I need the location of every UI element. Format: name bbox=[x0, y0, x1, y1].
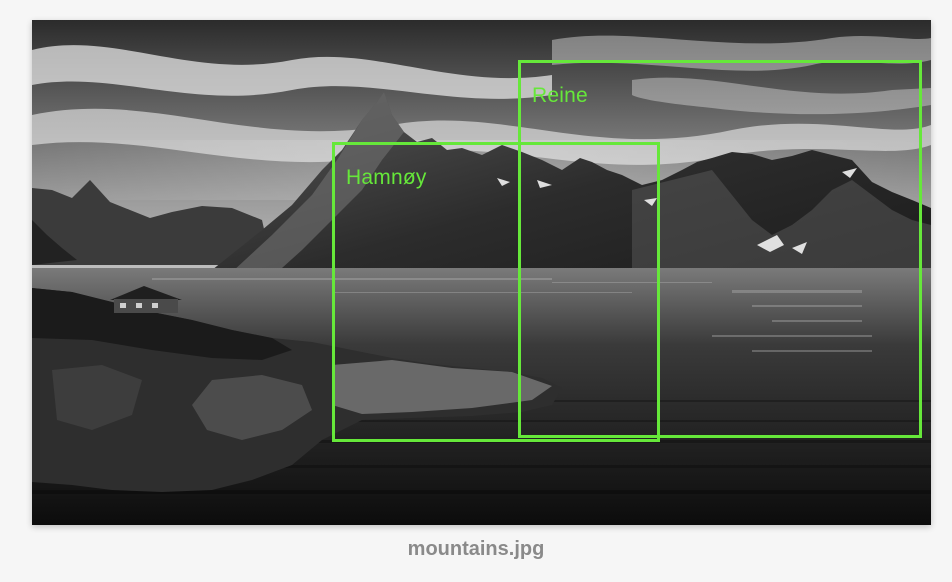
bounding-box-hamnoy[interactable]: Hamnøy bbox=[332, 142, 660, 442]
bounding-box-label: Hamnøy bbox=[346, 166, 427, 189]
photo-canvas[interactable]: Reine Hamnøy bbox=[32, 20, 931, 525]
image-filename-caption: mountains.jpg bbox=[407, 538, 545, 560]
bounding-box-label: Reine bbox=[532, 84, 588, 107]
image-viewer: Reine Hamnøy mountains.jpg bbox=[0, 0, 952, 582]
